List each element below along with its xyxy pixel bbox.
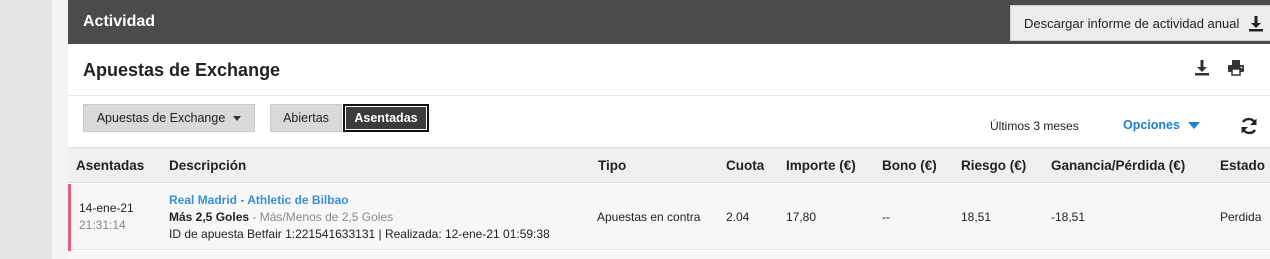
bet-odds: 2.04 <box>726 210 750 224</box>
bet-date: 14-ene-21 <box>79 201 134 215</box>
bet-type: Apuestas en contra <box>597 210 701 224</box>
section-title: Apuestas de Exchange <box>83 60 281 80</box>
table-header: Asentadas Descripción Tipo Cuota Importe… <box>68 147 1270 183</box>
caret-down-icon <box>1187 121 1200 129</box>
market-name: Más/Menos de 2,5 Goles <box>259 210 394 224</box>
period-label: Últimos 3 meses <box>990 119 1079 133</box>
options-label: Opciones <box>1123 118 1180 132</box>
column-header-status[interactable]: Estado <box>1220 158 1265 173</box>
event-link[interactable]: Real Madrid - Athletic de Bilbao <box>169 193 349 207</box>
bet-type-dropdown-label: Apuestas de Exchange <box>96 111 226 125</box>
refresh-icon[interactable] <box>1239 116 1259 141</box>
bet-status: Perdida <box>1220 210 1262 224</box>
bet-time: 21:31:14 <box>79 218 126 232</box>
table-row[interactable]: 14-ene-21 21:31:14 Real Madrid - Athleti… <box>68 184 1270 259</box>
activity-title: Actividad <box>83 13 156 30</box>
column-header-type[interactable]: Tipo <box>598 158 626 173</box>
row-continuation <box>68 251 1270 259</box>
download-annual-report-button[interactable]: Descargar informe de actividad anual <box>1010 5 1270 41</box>
column-header-settled[interactable]: Asentadas <box>76 158 144 173</box>
settled-bets-tab[interactable]: Asentadas <box>343 104 429 132</box>
activity-header: Actividad Descargar informe de actividad… <box>68 0 1270 44</box>
selection-line: Más 2,5 Goles - Más/Menos de 2,5 Goles <box>169 210 393 224</box>
page-left-gutter <box>0 0 52 259</box>
bet-details: ID de apuesta Betfair 1:221541633131 | R… <box>169 227 550 241</box>
column-header-amount[interactable]: Importe (€) <box>786 158 856 173</box>
selection-separator: - <box>249 210 260 224</box>
bet-profit-loss: -18,51 <box>1051 210 1086 224</box>
download-icon[interactable] <box>1194 59 1210 81</box>
selection-name: Más 2,5 Goles <box>169 210 250 224</box>
column-header-profit-loss[interactable]: Ganancia/Pérdida (€) <box>1051 158 1185 173</box>
activity-panel: Actividad Descargar informe de actividad… <box>68 0 1270 259</box>
section-divider <box>68 95 1270 96</box>
print-icon[interactable] <box>1227 59 1245 81</box>
column-header-bonus[interactable]: Bono (€) <box>882 158 937 173</box>
column-header-description[interactable]: Descripción <box>169 158 246 173</box>
open-bets-tab[interactable]: Abiertas <box>270 104 342 132</box>
bet-bonus: -- <box>882 210 890 224</box>
section-actions <box>1194 59 1245 81</box>
bet-type-dropdown[interactable]: Apuestas de Exchange <box>83 104 255 132</box>
download-icon <box>1248 15 1264 35</box>
chevron-down-icon <box>233 115 242 121</box>
bet-risk: 18,51 <box>961 210 992 224</box>
column-header-risk[interactable]: Riesgo (€) <box>961 158 1026 173</box>
bet-amount: 17,80 <box>786 210 817 224</box>
page-left-margin <box>52 0 68 259</box>
options-dropdown[interactable]: Opciones <box>1123 118 1200 132</box>
download-annual-report-label: Descargar informe de actividad anual <box>1024 15 1240 31</box>
column-header-odds[interactable]: Cuota <box>726 158 764 173</box>
lost-status-marker <box>68 184 71 259</box>
